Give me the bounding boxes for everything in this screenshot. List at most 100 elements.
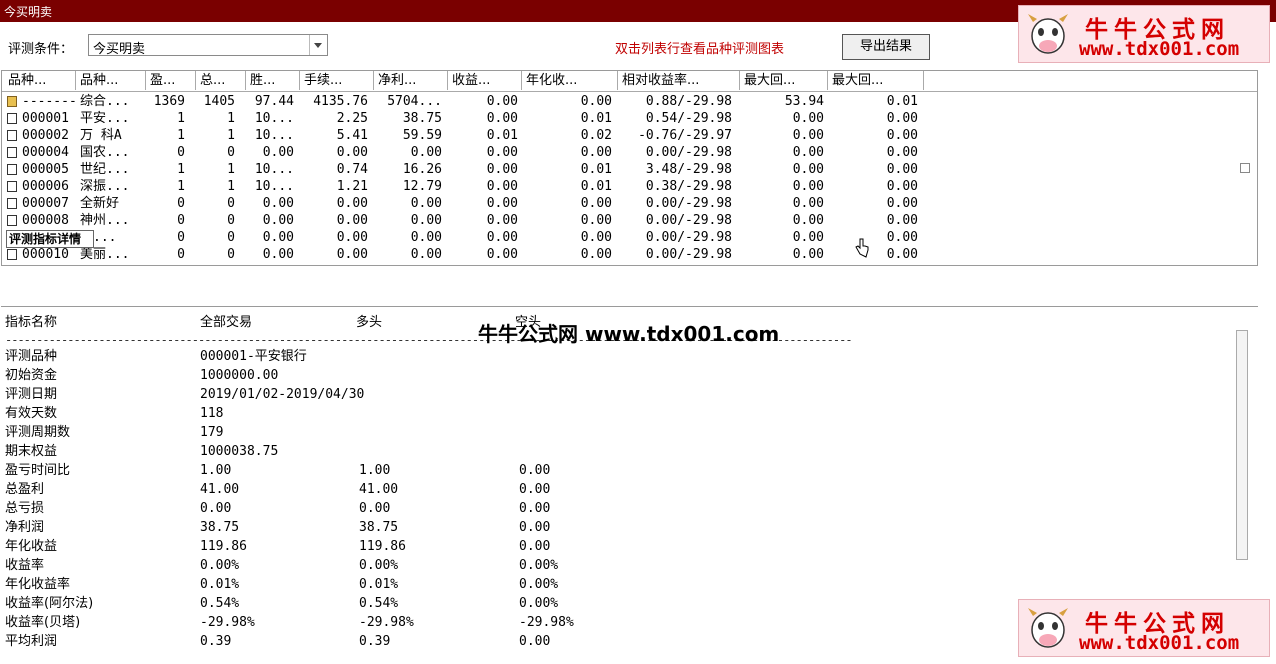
table-cell: 0.00 [580,230,612,245]
column-header[interactable]: 盈... [146,71,196,90]
metric-name: 有效天数 [5,406,58,421]
table-row[interactable]: 000008 神州... 0 0 0.00 0.00 0.00 0.00 0.00 0.00/-2… [2,212,1257,229]
metric-value: 179 [200,425,224,440]
tooltip: 评测指标详情 [6,230,94,248]
document-icon [7,130,17,141]
table-cell: 0.00 [886,196,918,211]
results-table[interactable]: 品种... 品种... 盈... 总... 胜... 手续... 净利... 收益... 年化收… [1,70,1258,266]
column-header[interactable]: 最大回... [740,71,828,90]
detail-row: 初始资金 1000000.00 [1,366,1258,385]
detail-row: 收益率 0.00% 0.00% 0.00% [1,556,1258,575]
column-header[interactable]: 收益... [448,71,522,90]
detail-row: 有效天数 118 [1,404,1258,423]
column-header[interactable]: 年化收... [522,71,618,90]
table-cell: 0.01 [580,179,612,194]
metric-value: 0.00 [519,463,551,478]
scroll-box-icon[interactable] [1240,163,1250,173]
metric-name: 年化收益 [5,539,58,554]
document-icon [7,215,17,226]
detail-scrollbar[interactable] [1236,330,1248,560]
metric-value: 0.00 [359,501,391,516]
column-header[interactable]: 胜... [246,71,300,90]
metric-name: 年化收益率 [5,577,71,592]
table-row[interactable]: 000004 国农... 0 0 0.00 0.00 0.00 0.00 0.00 0.00/-2… [2,144,1257,161]
detail-header-all: 全部交易 [200,315,253,330]
detail-row: 评测日期 2019/01/02-2019/04/30 [1,385,1258,404]
column-header[interactable]: 净利... [374,71,448,90]
logo-url: www.tdx001.com [1079,632,1240,654]
metric-name: 评测周期数 [5,425,71,440]
table-cell: 0.00 [886,111,918,126]
document-icon [7,249,17,260]
table-row[interactable]: 000010 美丽... 0 0 0.00 0.00 0.00 0.00 0.00 0.00/-2… [2,246,1257,263]
metric-value: 38.75 [200,520,240,535]
table-header: 品种... 品种... 盈... 总... 胜... 手续... 净利... 收益... 年化收… [2,71,1257,92]
logo-bottom: 牛牛公式网 www.tdx001.com [1018,599,1270,657]
table-row[interactable]: 000002 万 科A 1 1 10... 5.41 59.59 0.01 0.02 -0.76/… [2,127,1257,144]
table-cell: 000010 [22,247,69,262]
detail-header-long: 多头 [356,315,383,330]
metric-name: 初始资金 [5,368,58,383]
condition-select[interactable]: 今买明卖 [88,34,328,57]
table-cell: 0.00 [580,196,612,211]
metric-value: 0.00% [200,558,240,573]
table-row[interactable]: 000001 平安... 1 1 10... 2.25 38.75 0.00 0.01 0.54/… [2,110,1257,127]
column-header[interactable]: 品种... [76,71,146,90]
metric-name: 收益率(贝塔) [5,615,81,630]
metric-name: 盈亏时间比 [5,463,71,478]
detail-row: 年化收益 119.86 119.86 0.00 [1,537,1258,556]
table-row[interactable]: 000007 全新好 0 0 0.00 0.00 0.00 0.00 0.00 0.00/-29.… [2,195,1257,212]
table-row[interactable]: ------- 综合... 1369 1405 97.44 4135.76 5704... 0… [2,93,1257,110]
column-header[interactable]: 品种... [4,71,76,90]
table-cell: 0.00 [580,213,612,228]
metric-value: 38.75 [359,520,399,535]
metric-value: 0.00 [519,501,551,516]
metric-value: 000001-平安银行 [200,349,307,364]
watermark-text: 牛牛公式网 www.tdx001.com [478,322,780,346]
column-header[interactable]: 相对收益率... [618,71,740,90]
detail-row: 评测品种 000001-平安银行 [1,347,1258,366]
detail-row: 评测周期数 179 [1,423,1258,442]
column-header[interactable]: 手续... [300,71,374,90]
export-button[interactable]: 导出结果 [842,34,930,60]
metric-value: 1000038.75 [200,444,279,459]
table-cell: 0.01 [580,111,612,126]
table-cell: 0.00 [580,94,612,109]
table-row[interactable]: 000005 世纪... 1 1 10... 0.74 16.26 0.00 0.01 3.48/… [2,161,1257,178]
metric-name: 平均利润 [5,634,58,649]
table-cell: 000001 [22,111,69,126]
metric-value: 1.00 [200,463,232,478]
document-icon [7,113,17,124]
metric-value: -29.98% [359,615,414,630]
detail-row: 盈亏时间比 1.00 1.00 0.00 [1,461,1258,480]
logo-top: 牛牛公式网 www.tdx001.com [1018,5,1270,63]
folder-icon [7,96,17,107]
logo-url: www.tdx001.com [1079,38,1240,60]
table-row[interactable]: 000006 深振... 1 1 10... 1.21 12.79 0.00 0.01 0.38/… [2,178,1257,195]
table-cell: 0.00 [886,145,918,160]
chevron-down-icon[interactable] [309,35,327,55]
metric-value: 0.01% [200,577,240,592]
condition-value: 今买明卖 [93,42,146,57]
table-cell: 000005 [22,162,69,177]
metric-value: 0.01% [359,577,399,592]
hand-cursor-icon [855,238,869,258]
table-cell: 0.00 [886,162,918,177]
table-cell: 000006 [22,179,69,194]
metric-name: 总亏损 [5,501,45,516]
metric-value: 0.00% [519,558,559,573]
document-icon [7,198,17,209]
table-row[interactable]: 000009国...000.000.000.000.000.000.00/-29… [2,229,1257,246]
condition-label: 评测条件： [8,42,74,57]
metric-value: -29.98% [519,615,574,630]
column-header[interactable]: 最大回... [828,71,924,90]
metric-value: 119.86 [200,539,247,554]
table-cell: 0.01 [886,94,918,109]
column-header[interactable]: 总... [196,71,246,90]
cow-logo-icon [1028,608,1068,648]
detail-row: 总亏损 0.00 0.00 0.00 [1,499,1258,518]
hint-text: 双击列表行查看品种评测图表 [615,42,785,57]
metric-value: 2019/01/02-2019/04/30 [200,387,365,402]
metric-value: 0.00% [359,558,399,573]
metric-name: 收益率(阿尔法) [5,596,94,611]
